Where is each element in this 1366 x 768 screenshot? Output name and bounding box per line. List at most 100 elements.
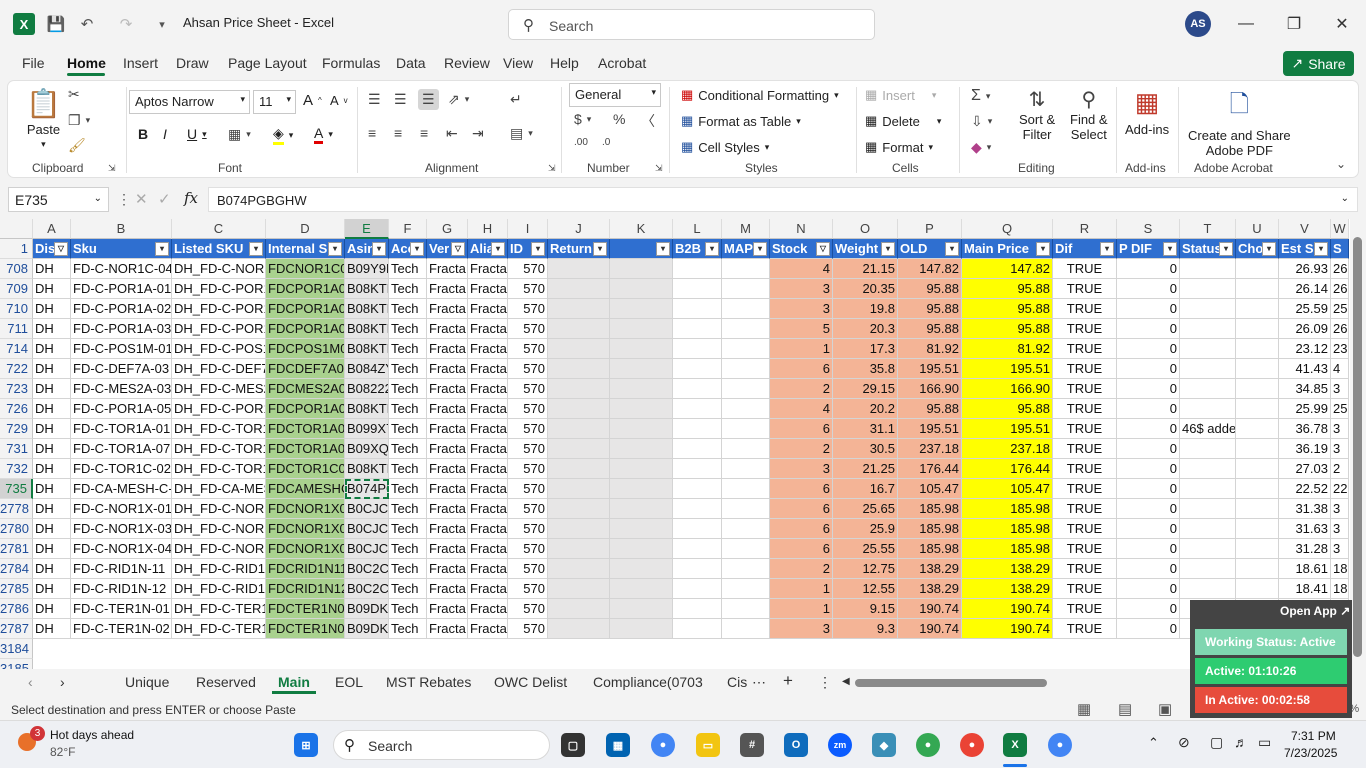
cell-main-price[interactable]: 195.51 (962, 359, 1053, 379)
cell-weight[interactable]: 25.9 (833, 519, 898, 539)
cell-return[interactable] (548, 559, 610, 579)
cell-est-s[interactable]: 27.03 (1279, 459, 1331, 479)
cell-return[interactable] (548, 499, 610, 519)
cell-dif[interactable]: TRUE (1053, 359, 1117, 379)
cell-asin[interactable]: B08KTN (345, 399, 389, 419)
volume-icon[interactable]: ♬ (1234, 734, 1248, 750)
row-header[interactable]: 714 (0, 339, 33, 359)
cell-main-price[interactable]: 185.98 (962, 519, 1053, 539)
cell-b2b[interactable] (673, 259, 722, 279)
cell-dif[interactable]: TRUE (1053, 539, 1117, 559)
cell-dif[interactable]: TRUE (1053, 299, 1117, 319)
task-view-icon[interactable]: ▢ (561, 733, 585, 757)
tray-chevron-icon[interactable]: ⌃ (1148, 735, 1159, 751)
row-header[interactable]: 2781 (0, 539, 33, 559)
column-header-g[interactable]: G (427, 219, 468, 239)
cell-dis[interactable]: DH (33, 519, 71, 539)
cell-id[interactable]: 570 (508, 519, 548, 539)
close-icon[interactable]: ✕ (1328, 10, 1356, 38)
cell-old[interactable]: 81.92 (898, 339, 962, 359)
delete-button[interactable]: ▦ Delete ▾ (865, 113, 941, 129)
cell-listed-sku[interactable]: DH_FD-C-RID1N (172, 559, 266, 579)
cell-dif[interactable]: TRUE (1053, 259, 1117, 279)
cell-main-price[interactable]: 166.90 (962, 379, 1053, 399)
cell-status[interactable] (1180, 399, 1236, 419)
cell-dis[interactable]: DH (33, 459, 71, 479)
increase-decimal-icon[interactable]: .00 (574, 137, 588, 148)
cell-alia[interactable]: Fracta (468, 279, 508, 299)
cell-stock[interactable]: 5 (770, 319, 833, 339)
cell-alia[interactable]: Fracta (468, 599, 508, 619)
select-all-corner[interactable] (0, 219, 33, 239)
cell-weight[interactable]: 20.3 (833, 319, 898, 339)
cell-listed-sku[interactable]: DH_FD-C-POR1 (172, 319, 266, 339)
cell-id[interactable]: 570 (508, 459, 548, 479)
add-sheet-icon[interactable]: + (783, 671, 793, 691)
cell-stock[interactable]: 3 (770, 299, 833, 319)
cell-asin[interactable]: B0C2CI (345, 579, 389, 599)
cell-s[interactable]: 18 (1331, 559, 1349, 579)
cell-b2b[interactable] (673, 619, 722, 639)
clock-time[interactable]: 7:31 PM (1291, 729, 1336, 743)
cell-sku[interactable]: FD-C-TOR1A-01 (71, 419, 172, 439)
column-header-k[interactable]: K (610, 219, 673, 239)
cell-weight[interactable]: 9.15 (833, 599, 898, 619)
cell-return[interactable] (548, 379, 610, 399)
header-cell-listed-sku[interactable]: Listed SKU ▾ (172, 239, 266, 259)
cell-est-s[interactable]: 41.43 (1279, 359, 1331, 379)
row-header[interactable]: 709 (0, 279, 33, 299)
align-left-icon[interactable]: ≡ (368, 125, 376, 141)
addins-button[interactable]: ▦ Add-ins (1125, 87, 1169, 137)
cell-dif[interactable]: TRUE (1053, 379, 1117, 399)
cell-main-price[interactable]: 185.98 (962, 499, 1053, 519)
column-header-m[interactable]: M (722, 219, 770, 239)
cell-dis[interactable]: DH (33, 259, 71, 279)
cell-main-price[interactable]: 190.74 (962, 599, 1053, 619)
font-color-icon[interactable]: A ▾ (314, 125, 333, 144)
filter-dropdown-icon[interactable]: ▾ (1100, 242, 1114, 256)
cell-ver[interactable]: Fracta (427, 459, 468, 479)
formula-input[interactable]: B074PGBGHW ⌄ (208, 187, 1358, 212)
create-pdf-button[interactable]: 🗋 Create and Share Adobe PDF (1188, 87, 1291, 158)
cell-asin[interactable]: B09DKI (345, 619, 389, 639)
cell-map[interactable] (722, 499, 770, 519)
chrome-profile-3-icon[interactable]: ● (1048, 733, 1072, 757)
sheet-options-icon[interactable]: ⋮ (818, 674, 832, 691)
cell-map[interactable] (722, 479, 770, 499)
cell-map[interactable] (722, 379, 770, 399)
bold-icon[interactable]: B (138, 126, 148, 142)
cell-listed-sku[interactable]: DH_FD-C-TOR1 (172, 459, 266, 479)
cell-b2b[interactable] (673, 399, 722, 419)
cell-acc[interactable]: Tech (389, 419, 427, 439)
sheet-tab-reserved[interactable]: Reserved (196, 674, 256, 690)
cell-cho[interactable] (1236, 559, 1279, 579)
menu-home[interactable]: Home (67, 55, 106, 71)
cell-id[interactable]: 570 (508, 259, 548, 279)
cell-dis[interactable]: DH (33, 339, 71, 359)
cell-stock[interactable]: 1 (770, 579, 833, 599)
filter-dropdown-icon[interactable]: ▾ (155, 242, 169, 256)
menu-page-layout[interactable]: Page Layout (228, 55, 307, 71)
weather-title[interactable]: Hot days ahead (50, 728, 134, 742)
cell-k[interactable] (610, 459, 673, 479)
italic-icon[interactable]: I (163, 126, 167, 142)
cell-b2b[interactable] (673, 299, 722, 319)
cell-listed-sku[interactable]: DH_FD-C-POS1 (172, 339, 266, 359)
cell-return[interactable] (548, 419, 610, 439)
header-cell-status[interactable]: Status ▾ (1180, 239, 1236, 259)
cell-return[interactable] (548, 319, 610, 339)
cell-internal-sku[interactable]: FDCMES2A03 (266, 379, 345, 399)
vertical-scrollbar[interactable] (1350, 219, 1366, 669)
cell-id[interactable]: 570 (508, 399, 548, 419)
increase-indent-icon[interactable]: ⇥ (472, 125, 484, 142)
cell-main-price[interactable]: 81.92 (962, 339, 1053, 359)
menu-insert[interactable]: Insert (123, 55, 158, 71)
more-sheets-icon[interactable]: ⋯ (752, 674, 766, 691)
cell-alia[interactable]: Fracta (468, 299, 508, 319)
cell-dif[interactable]: TRUE (1053, 559, 1117, 579)
cell-s[interactable]: 22 (1331, 479, 1349, 499)
cell-p-dif[interactable]: 0 (1117, 419, 1180, 439)
cell-stock[interactable]: 1 (770, 339, 833, 359)
cell-status[interactable] (1180, 379, 1236, 399)
currency-icon[interactable]: $ ▾ (574, 111, 591, 127)
